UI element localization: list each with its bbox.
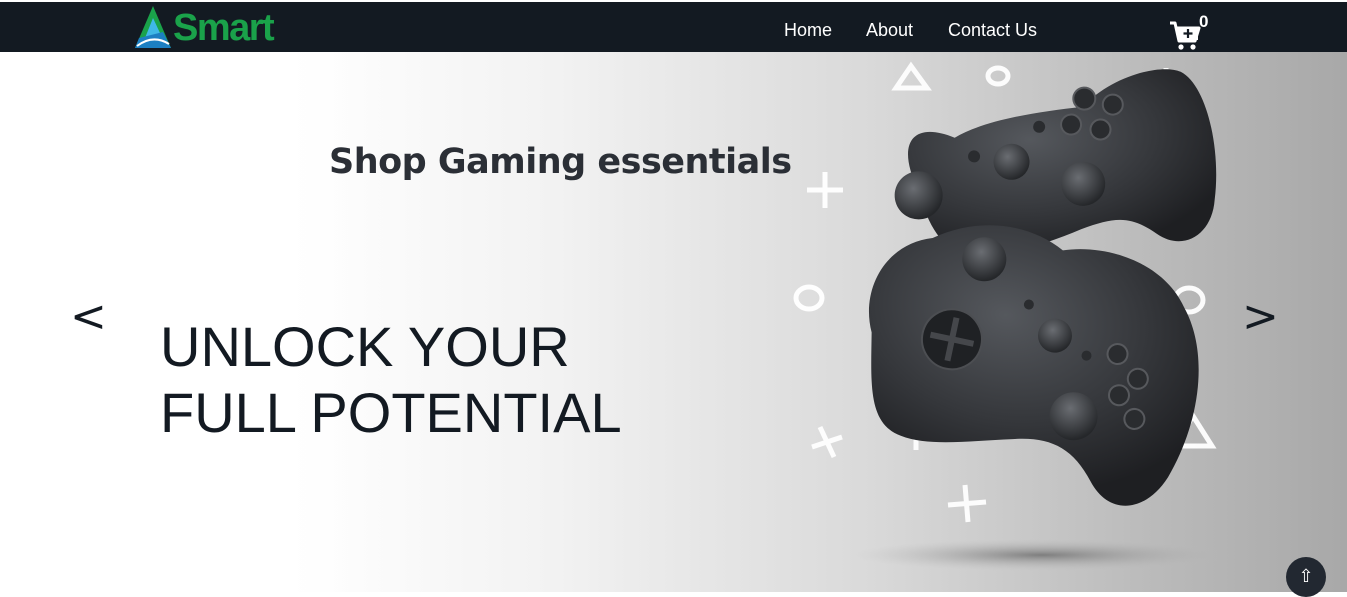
cart-count: 0 [1199, 12, 1209, 31]
hero-headline-line-1: UNLOCK YOUR [160, 315, 570, 378]
hero-carousel: Shop Gaming essentials UNLOCK YOUR FULL … [0, 52, 1347, 592]
nav-link-contact[interactable]: Contact Us [948, 19, 1037, 41]
smart-logo-icon [135, 6, 171, 48]
cart-button[interactable] [1168, 20, 1202, 52]
nav-link-about[interactable]: About [866, 19, 913, 41]
carousel-prev-button[interactable]: < [70, 292, 107, 342]
hero-headline: UNLOCK YOUR FULL POTENTIAL [160, 314, 622, 446]
nav-link-home[interactable]: Home [784, 19, 832, 41]
navbar: Smart Home About Contact Us 0 [0, 2, 1347, 52]
logo-text: Smart [173, 7, 275, 49]
hero-headline-line-2: FULL POTENTIAL [160, 381, 622, 444]
scroll-top-button[interactable]: ⇧ [1286, 557, 1326, 597]
scroll-top-icon: ⇧ [1298, 566, 1314, 587]
cart-icon [1170, 21, 1201, 50]
carousel-next-button[interactable]: > [1242, 292, 1279, 342]
smart-logo[interactable]: Smart [133, 4, 275, 52]
hero-tagline: Shop Gaming essentials [329, 142, 792, 182]
page: Smart Home About Contact Us 0 Shop Gamin… [0, 0, 1347, 597]
